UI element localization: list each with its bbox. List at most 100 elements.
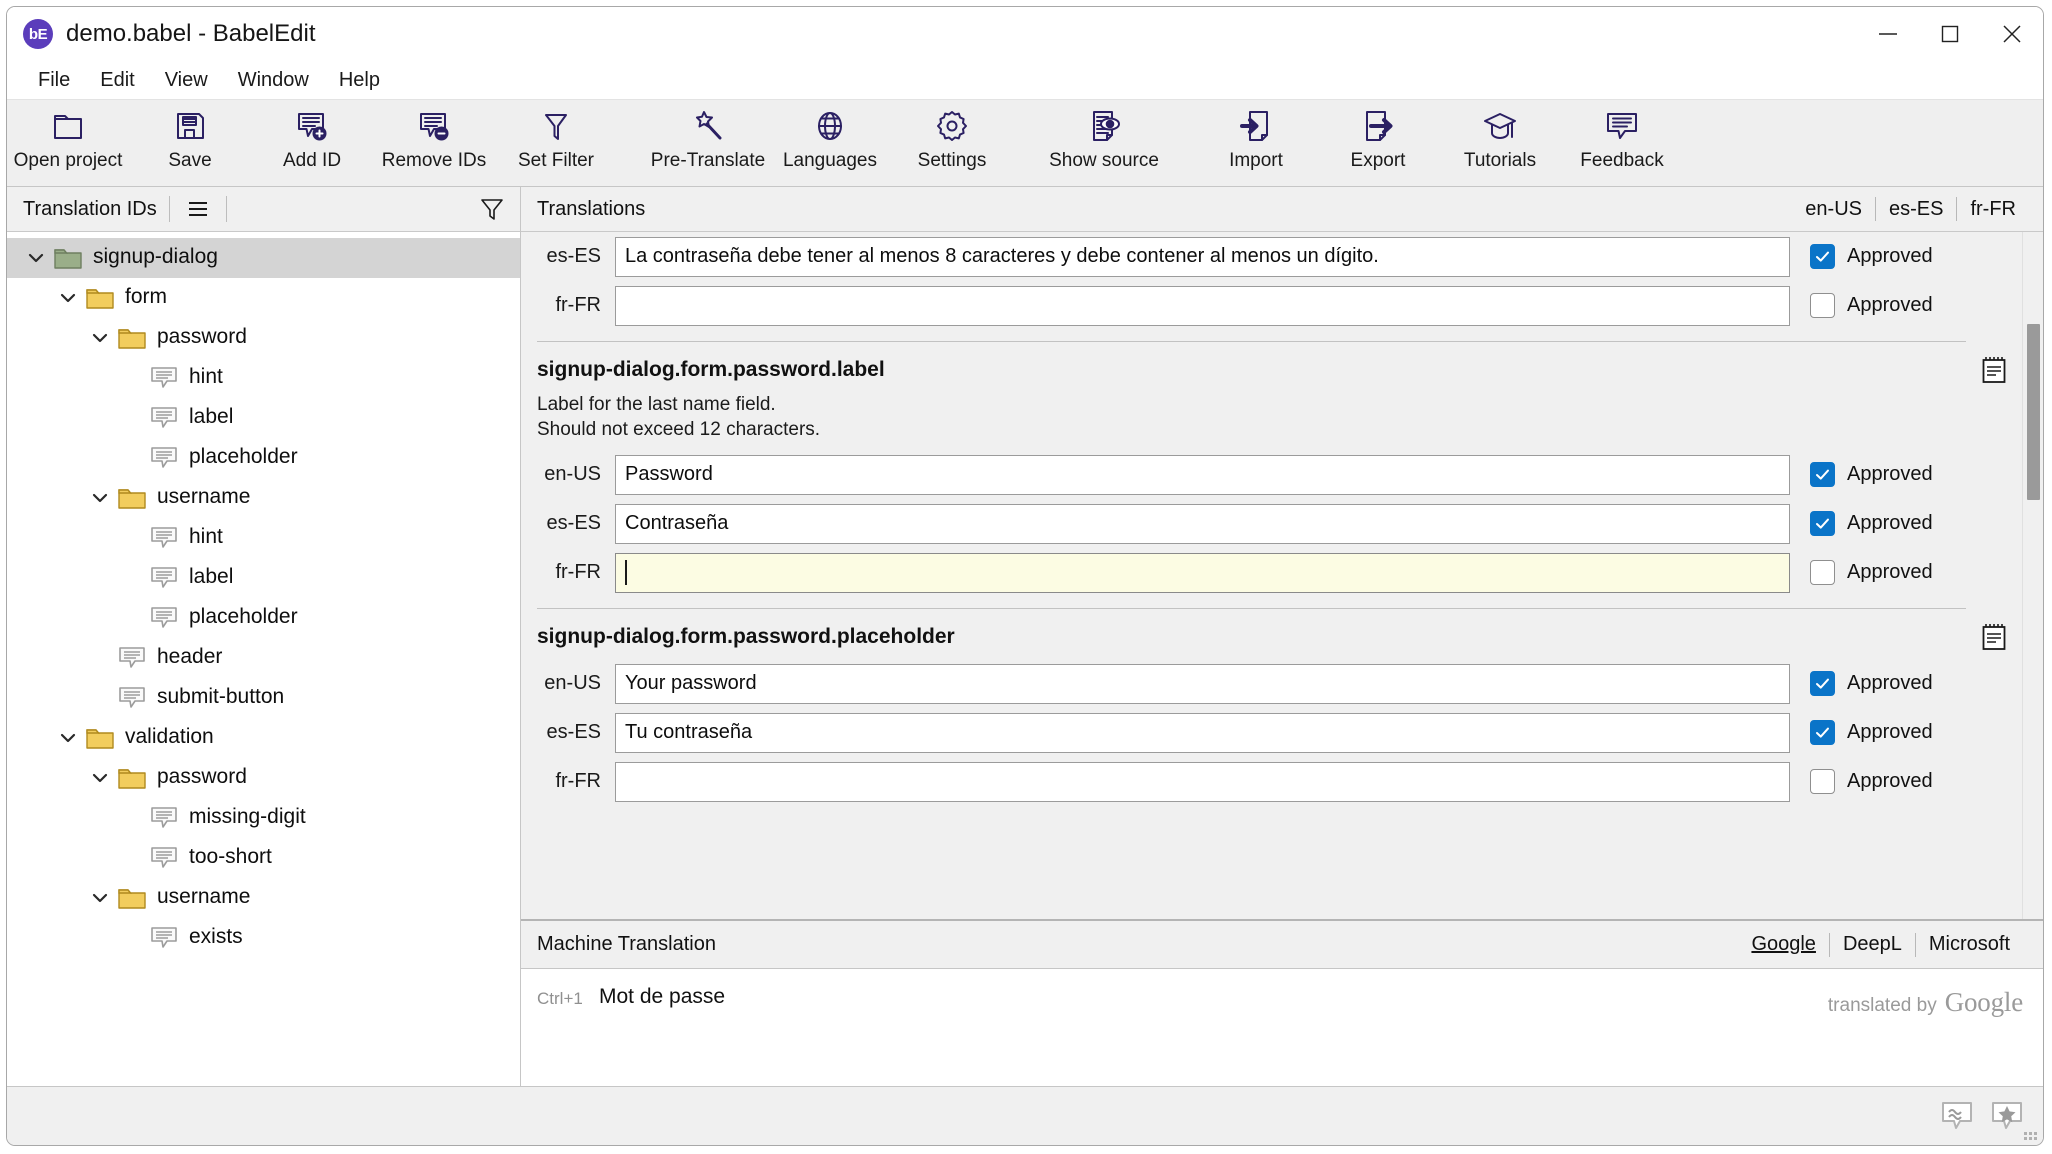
provider-tab-google[interactable]: Google <box>1738 933 1829 956</box>
toolbar-button-feedback[interactable]: Feedback <box>1561 104 1683 172</box>
translation-input-en-US[interactable]: Your password <box>615 663 1790 704</box>
approved-checkbox[interactable] <box>1810 511 1835 537</box>
translation-entry-icon <box>147 518 181 558</box>
toolbar-button-settings[interactable]: Settings <box>891 104 1013 172</box>
tree-item-validation[interactable]: validation <box>7 718 520 758</box>
translation-suggestion[interactable]: Mot de passe <box>599 983 725 1009</box>
tree-item-password[interactable]: password <box>7 318 520 358</box>
toolbar-button-remove-ids[interactable]: Remove IDs <box>373 104 495 172</box>
language-tab-es-ES[interactable]: es-ES <box>1876 198 1956 221</box>
chevron-down-icon[interactable] <box>85 478 115 518</box>
tree-item-username[interactable]: username <box>7 878 520 918</box>
provider-tab-deepl[interactable]: DeepL <box>1830 933 1915 956</box>
translation-input-fr-FR[interactable] <box>615 285 1790 326</box>
translation-input-es-ES[interactable]: Tu contraseña <box>615 712 1790 753</box>
toolbar-button-pre-translate[interactable]: Pre-Translate <box>647 104 769 172</box>
tree-item-label[interactable]: label <box>7 558 520 598</box>
translation-input-en-US[interactable]: Password <box>615 454 1790 495</box>
toolbar-label: Set Filter <box>517 150 595 171</box>
approved-cell: Approved <box>1790 671 2022 697</box>
app-window: bE demo.babel - BabelEdit File Edit View Wi… <box>6 6 2044 1146</box>
approved-checkbox[interactable] <box>1810 244 1835 269</box>
tree-item-hint[interactable]: hint <box>7 358 520 398</box>
approved-checkbox[interactable] <box>1810 769 1835 795</box>
tree-item-exists[interactable]: exists <box>7 918 520 958</box>
chevron-down-icon[interactable] <box>85 878 115 918</box>
funnel-icon[interactable] <box>476 193 508 225</box>
tree-item-label: placeholder <box>189 445 298 468</box>
notepad-icon[interactable] <box>1966 609 2022 651</box>
tree-item-too-short[interactable]: too-short <box>7 838 520 878</box>
tree-item-submit-button[interactable]: submit-button <box>7 678 520 718</box>
chevron-down-icon[interactable] <box>53 718 83 758</box>
translation-input-es-ES[interactable]: La contraseña debe tener al menos 8 cara… <box>615 236 1790 277</box>
language-tab-en-US[interactable]: en-US <box>1792 198 1875 221</box>
translation-ids-tree[interactable]: signup-dialog form password hint label placeh… <box>7 232 520 1086</box>
menu-item-view[interactable]: View <box>150 67 223 94</box>
approved-checkbox[interactable] <box>1810 720 1835 746</box>
toolbar-button-save[interactable]: Save <box>129 104 251 172</box>
maximize-icon[interactable] <box>1919 7 1981 61</box>
translation-input-es-ES[interactable]: Contraseña <box>615 503 1790 544</box>
chevron-down-icon[interactable] <box>21 238 51 278</box>
tree-item-placeholder[interactable]: placeholder <box>7 598 520 638</box>
provider-tabs: Google DeepL Microsoft <box>1738 932 2023 957</box>
tree-item-signup-dialog[interactable]: signup-dialog <box>7 238 520 278</box>
toolbar-button-add-id[interactable]: Add ID <box>251 104 373 172</box>
tree-item-label: header <box>157 645 223 668</box>
toolbar-button-languages[interactable]: Languages <box>769 104 891 172</box>
chevron-down-icon[interactable] <box>53 278 83 318</box>
status-bar <box>7 1086 2043 1145</box>
toolbar-label: Languages <box>782 150 878 171</box>
speech-bubble-icon <box>1603 104 1641 148</box>
scrollbar-thumb[interactable] <box>2027 324 2040 500</box>
vertical-scrollbar[interactable] <box>2022 232 2043 919</box>
tree-item-header[interactable]: header <box>7 638 520 678</box>
translation-input-fr-FR[interactable] <box>615 552 1790 593</box>
fuzzy-match-icon[interactable] <box>1937 1096 1977 1136</box>
approved-checkbox[interactable] <box>1810 462 1835 488</box>
toolbar-button-import[interactable]: Import <box>1195 104 1317 172</box>
approved-checkbox[interactable] <box>1810 560 1835 586</box>
tree-item-placeholder[interactable]: placeholder <box>7 438 520 478</box>
magic-wand-icon <box>689 104 727 148</box>
row-language-label: es-ES <box>546 512 601 535</box>
chevron-down-icon[interactable] <box>85 758 115 798</box>
favorite-icon[interactable] <box>1987 1096 2027 1136</box>
menu-item-window[interactable]: Window <box>223 67 324 94</box>
toolbar-button-export[interactable]: Export <box>1317 104 1439 172</box>
machine-translation-header: Machine Translation Google DeepL Microsoft <box>521 921 2043 969</box>
resize-grip[interactable] <box>2024 1127 2038 1141</box>
toolbar-button-show-source[interactable]: Show source <box>1043 104 1165 172</box>
language-tab-fr-FR[interactable]: fr-FR <box>1957 198 2029 221</box>
close-icon[interactable] <box>1981 7 2043 61</box>
menu-item-file[interactable]: File <box>23 67 85 94</box>
chevron-down-icon[interactable] <box>85 318 115 358</box>
menu-item-edit[interactable]: Edit <box>85 67 149 94</box>
list-view-icon[interactable] <box>182 193 214 225</box>
notepad-icon[interactable] <box>1966 342 2022 384</box>
translation-input-fr-FR[interactable] <box>615 761 1790 802</box>
entry-header: signup-dialog.form.password.label <box>521 342 2022 384</box>
folder-icon <box>115 478 149 518</box>
tree-item-username[interactable]: username <box>7 478 520 518</box>
menu-item-help[interactable]: Help <box>324 67 395 94</box>
tree-item-hint[interactable]: hint <box>7 518 520 558</box>
translation-row: en-US Your password Approved <box>521 659 2022 708</box>
approved-label: Approved <box>1847 512 1933 535</box>
toolbar-button-open-project[interactable]: Open project <box>7 104 129 172</box>
provider-tab-microsoft[interactable]: Microsoft <box>1916 933 2023 956</box>
tree-item-form[interactable]: form <box>7 278 520 318</box>
translation-description: Label for the last name field. Should not… <box>521 384 2022 442</box>
tree-item-label[interactable]: label <box>7 398 520 438</box>
toolbar-button-set-filter[interactable]: Set Filter <box>495 104 617 172</box>
text-cursor <box>625 560 627 586</box>
toolbar-button-tutorials[interactable]: Tutorials <box>1439 104 1561 172</box>
approved-checkbox[interactable] <box>1810 671 1835 697</box>
translation-value: La contraseña debe tener al menos 8 cara… <box>625 245 1379 267</box>
approved-checkbox[interactable] <box>1810 293 1835 318</box>
tree-item-password[interactable]: password <box>7 758 520 798</box>
minimize-icon[interactable] <box>1857 7 1919 61</box>
tree-item-missing-digit[interactable]: missing-digit <box>7 798 520 838</box>
